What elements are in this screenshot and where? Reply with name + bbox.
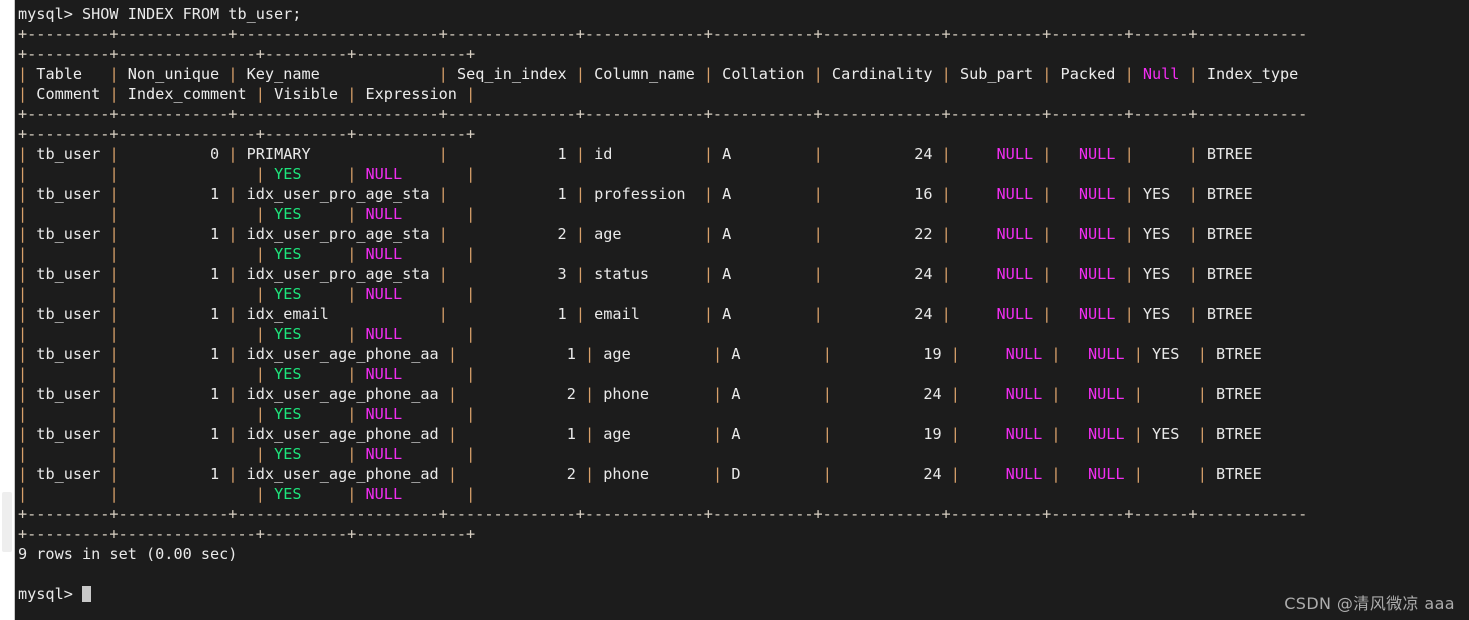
csdn-watermark: CSDN @清风微凉 aaa bbox=[1284, 594, 1455, 613]
terminal-line: | tb_user | 0 | PRIMARY | 1 | id | A | 2… bbox=[18, 145, 1308, 163]
terminal-line: | tb_user | 1 | idx_user_age_phone_aa | … bbox=[18, 345, 1317, 363]
terminal-line: | Table | Non_unique | Key_name | Seq_in… bbox=[18, 65, 1308, 83]
terminal-cursor bbox=[82, 586, 92, 602]
terminal-line: +---------+------------+----------------… bbox=[18, 505, 1308, 523]
terminal-line: | | | YES | NULL | bbox=[18, 445, 476, 463]
terminal-line: +---------+------------+----------------… bbox=[18, 105, 1308, 123]
scrollbar-thumb[interactable] bbox=[2, 492, 12, 552]
terminal-line: mysql> bbox=[18, 584, 1469, 604]
terminal-line: | Comment | Index_comment | Visible | Ex… bbox=[18, 85, 476, 103]
terminal-line: | tb_user | 1 | idx_user_age_phone_ad | … bbox=[18, 465, 1317, 483]
terminal-line: | | | YES | NULL | bbox=[18, 245, 476, 263]
terminal-line: | | | YES | NULL | bbox=[18, 165, 476, 183]
terminal-line: mysql> SHOW INDEX FROM tb_user; bbox=[18, 5, 302, 23]
terminal-line: | tb_user | 1 | idx_user_pro_age_sta | 2… bbox=[18, 225, 1308, 243]
terminal-output[interactable]: mysql> SHOW INDEX FROM tb_user; +--------… bbox=[16, 0, 1469, 620]
window-scrollbar-gutter[interactable] bbox=[0, 0, 15, 620]
terminal-line: +---------+---------------+---------+---… bbox=[18, 125, 476, 143]
terminal-line: | | | YES | NULL | bbox=[18, 485, 476, 503]
terminal-line: | | | YES | NULL | bbox=[18, 405, 476, 423]
terminal-line: | | | YES | NULL | bbox=[18, 365, 476, 383]
terminal-line: | tb_user | 1 | idx_user_pro_age_sta | 3… bbox=[18, 265, 1308, 283]
terminal-line: 9 rows in set (0.00 sec) bbox=[18, 545, 238, 563]
terminal-line: +---------+---------------+---------+---… bbox=[18, 45, 476, 63]
terminal-line: +---------+------------+----------------… bbox=[18, 25, 1308, 43]
terminal-line: | | | YES | NULL | bbox=[18, 325, 476, 343]
terminal-line: | | | YES | NULL | bbox=[18, 285, 476, 303]
terminal-line: | tb_user | 1 | idx_user_age_phone_aa | … bbox=[18, 385, 1317, 403]
terminal-line: | tb_user | 1 | idx_user_pro_age_sta | 1… bbox=[18, 185, 1308, 203]
terminal-line: | tb_user | 1 | idx_user_age_phone_ad | … bbox=[18, 425, 1317, 443]
terminal-line: | tb_user | 1 | idx_email | 1 | email | … bbox=[18, 305, 1308, 323]
terminal-line: +---------+---------------+---------+---… bbox=[18, 525, 476, 543]
terminal-screen: mysql> SHOW INDEX FROM tb_user; +--------… bbox=[0, 0, 1469, 620]
terminal-line: | | | YES | NULL | bbox=[18, 205, 476, 223]
